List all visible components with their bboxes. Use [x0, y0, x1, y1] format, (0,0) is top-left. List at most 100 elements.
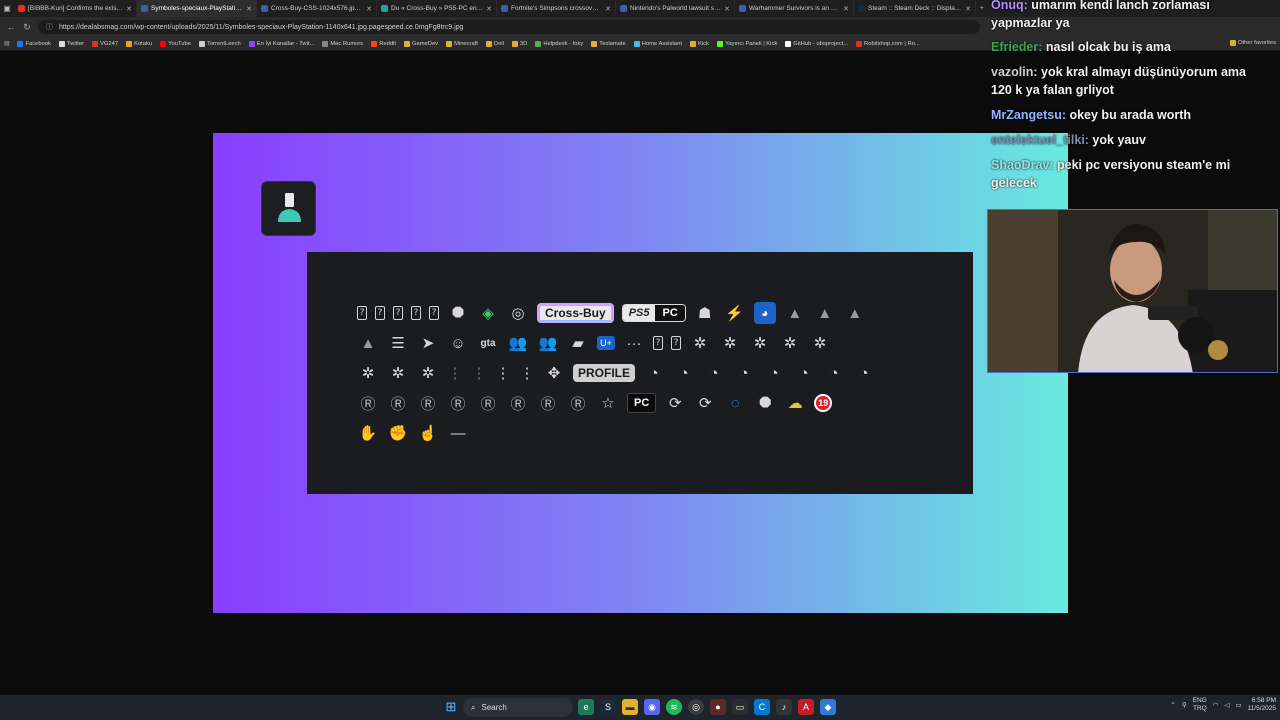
location-icon[interactable]: ⚲ — [1182, 701, 1187, 709]
placeholder-glyph-icon: ? — [671, 336, 681, 350]
steam-icon[interactable]: S — [600, 699, 616, 715]
tab-title: Fortnite's Simpsons crossover ear — [511, 5, 603, 12]
bookmark-label: Helpdesk - foky — [543, 40, 584, 47]
windows-taskbar: ⊞ ⌕ Search e S ▬ ◉ ≋ ◎ ● ▭ C ♪ A ◆ ⌃ ⚲ E… — [0, 695, 1280, 720]
acrobat-icon[interactable]: A — [798, 699, 814, 715]
close-tab-icon[interactable]: ✕ — [486, 5, 492, 13]
tab-6[interactable]: Nintendo's Palworld lawsuit suffe ✕ — [616, 0, 735, 17]
chat-message: Efrieder: nasıl olcak bu iş ama — [991, 38, 1251, 56]
bookmark-item[interactable]: Facebook — [17, 40, 51, 47]
wifi-icon[interactable]: ◠ — [1213, 701, 1219, 709]
reddit-icon — [371, 40, 378, 47]
close-tab-icon[interactable]: ✕ — [965, 5, 971, 13]
controller-share-icon: ⯃ — [759, 394, 772, 412]
clock[interactable]: 6:58 PM 11/5/2025 — [1248, 697, 1276, 713]
taskbar-search[interactable]: ⌕ Search — [463, 698, 573, 717]
dots-ring-icon: ✲ — [813, 335, 827, 352]
chevron-up-icon[interactable]: ⌃ — [1170, 701, 1175, 709]
tab-2[interactable]: Symboles-speciaux-PlayStation-1 ✕ — [137, 0, 257, 17]
bookmark-item[interactable]: Kotaku — [126, 40, 152, 47]
bookmark-item[interactable]: Helpdesk - foky — [535, 40, 584, 47]
tab-8[interactable]: Steam :: Steam Deck :: Display-Of ✕ — [854, 0, 976, 17]
bookmark-folder[interactable]: Kick — [690, 40, 709, 47]
close-tab-icon[interactable]: ✕ — [843, 5, 849, 13]
bookmark-item[interactable]: TorrentLeech — [198, 40, 241, 47]
close-tab-icon[interactable]: ✕ — [126, 5, 132, 13]
bookmark-label: TorrentLeech — [206, 40, 241, 47]
chat-text: yok yauv — [1088, 133, 1146, 147]
close-tab-icon[interactable]: ✕ — [605, 5, 611, 13]
discord-icon[interactable]: ◉ — [644, 699, 660, 715]
tab-5[interactable]: Fortnite's Simpsons crossover ear ✕ — [497, 0, 616, 17]
bookmark-item[interactable]: Mac Rumors — [322, 40, 363, 47]
tab-4[interactable]: Du « Cross-Buy » PS5-PC en prép ✕ — [377, 0, 497, 17]
volume-icon[interactable]: ◁ — [1224, 701, 1229, 709]
bookmark-item[interactable]: Robitshop.com | Ro... — [856, 40, 920, 47]
symbols-panel: ? ? ? ? ? ⯃ ◈ ◎ Cross-Buy PS5 PC ☗ ⚡ ◕ ▲… — [307, 252, 973, 494]
site-info-icon[interactable]: ⓘ — [46, 22, 53, 32]
close-tab-icon[interactable]: ✕ — [246, 5, 252, 13]
bookmark-folder[interactable]: GameDev — [403, 40, 438, 47]
spotify-icon[interactable]: ≋ — [666, 699, 682, 715]
back-arrow-icon[interactable]: ← — [6, 22, 16, 32]
close-tab-icon[interactable]: ✕ — [724, 5, 730, 13]
bookmark-folder[interactable]: Minecraft — [446, 40, 478, 47]
bookmark-item[interactable]: Yayıncı Paneli | Kick — [716, 40, 778, 47]
chat-text: okey bu arada worth — [1066, 108, 1192, 122]
bookmark-item[interactable]: VG247 — [92, 40, 118, 47]
clock-button-icon: ◔ — [739, 364, 749, 382]
bookmark-folder[interactable]: 3D — [511, 40, 528, 47]
chat-message: entelektuel_tilki: yok yauv — [991, 131, 1251, 149]
bookmark-item[interactable]: Twitter — [58, 40, 84, 47]
youtube-favicon-icon — [18, 5, 25, 12]
chrome-icon[interactable]: ◎ — [688, 699, 704, 715]
tab-3[interactable]: Cross-Buy-CSS-1024x576.jpg.pag ✕ — [257, 0, 377, 17]
placeholder-glyph-icon: ? — [429, 306, 439, 320]
vertical-dashes-icon: ⋮ — [519, 365, 535, 382]
age-rating-badge: 19 — [814, 394, 833, 412]
gta-lock-icon: gta — [480, 337, 496, 349]
app-icon[interactable]: ♪ — [776, 699, 792, 715]
obs-icon[interactable]: ● — [710, 699, 726, 715]
app-icon[interactable]: ◆ — [820, 699, 836, 715]
twitch-icon — [248, 40, 255, 47]
hand-gesture-icon: ☝ — [418, 425, 438, 442]
bookmark-item[interactable]: YouTube — [160, 40, 191, 47]
ccleaner-icon[interactable]: C — [754, 699, 770, 715]
bookmark-item[interactable]: Home Assistant — [633, 40, 682, 47]
url-field[interactable]: ⓘ https://dealabsmag.com/wp-content/uplo… — [38, 20, 980, 34]
search-label: Search — [481, 703, 507, 712]
bookmark-item[interactable]: GitHub - obsproject... — [785, 40, 848, 47]
ps-refresh-icon: ⟳ — [668, 395, 682, 412]
language-indicator[interactable]: ENG TRQ — [1193, 697, 1207, 713]
bookmark-label: Dell — [493, 40, 504, 47]
close-tab-icon[interactable]: ✕ — [366, 5, 372, 13]
controller-arrow-icon: ➤ — [421, 335, 435, 352]
battery-icon[interactable]: ▭ — [1235, 701, 1241, 709]
file-explorer-icon[interactable]: ▬ — [622, 699, 638, 715]
hand-gesture-icon: ✊ — [388, 425, 408, 442]
ps-plus-blue-icon: ◕ — [753, 302, 776, 324]
r-button-icon: Ⓡ — [360, 395, 376, 413]
bookmark-label: 3D — [519, 40, 528, 47]
chat-bubble-icon: ◎ — [511, 305, 525, 322]
vertical-dashes-icon: ⋮ — [471, 365, 487, 382]
r-button-icon: Ⓡ — [450, 395, 466, 413]
tab-7[interactable]: Warhammer Survivors is an officia ✕ — [735, 0, 854, 17]
bookmark-item[interactable]: Reddit — [371, 40, 396, 47]
bookmark-label: Yayıncı Paneli | Kick — [724, 40, 778, 47]
window-menu-icon[interactable]: ▣ — [0, 0, 14, 17]
edge-icon[interactable]: e — [578, 699, 594, 715]
bookmark-item[interactable]: En İyi Kanallar - Twit... — [248, 40, 314, 47]
bookmark-folder[interactable]: Dell — [485, 40, 504, 47]
reload-icon[interactable]: ↻ — [22, 22, 32, 33]
tab-1[interactable]: [BIBBB-Kun] Confirms the existen ✕ — [14, 0, 137, 17]
facebook-icon — [17, 40, 24, 47]
vg247-icon — [92, 40, 99, 47]
terminal-icon[interactable]: ▭ — [732, 699, 748, 715]
bookmark-folder[interactable]: Teslamate — [591, 40, 626, 47]
bookmarks-apps-icon[interactable]: ▤ — [4, 41, 9, 47]
windows-start-icon[interactable]: ⊞ — [443, 699, 459, 715]
bookmark-label: Reddit — [379, 40, 396, 47]
bookmark-label: Home Assistant — [641, 40, 682, 47]
